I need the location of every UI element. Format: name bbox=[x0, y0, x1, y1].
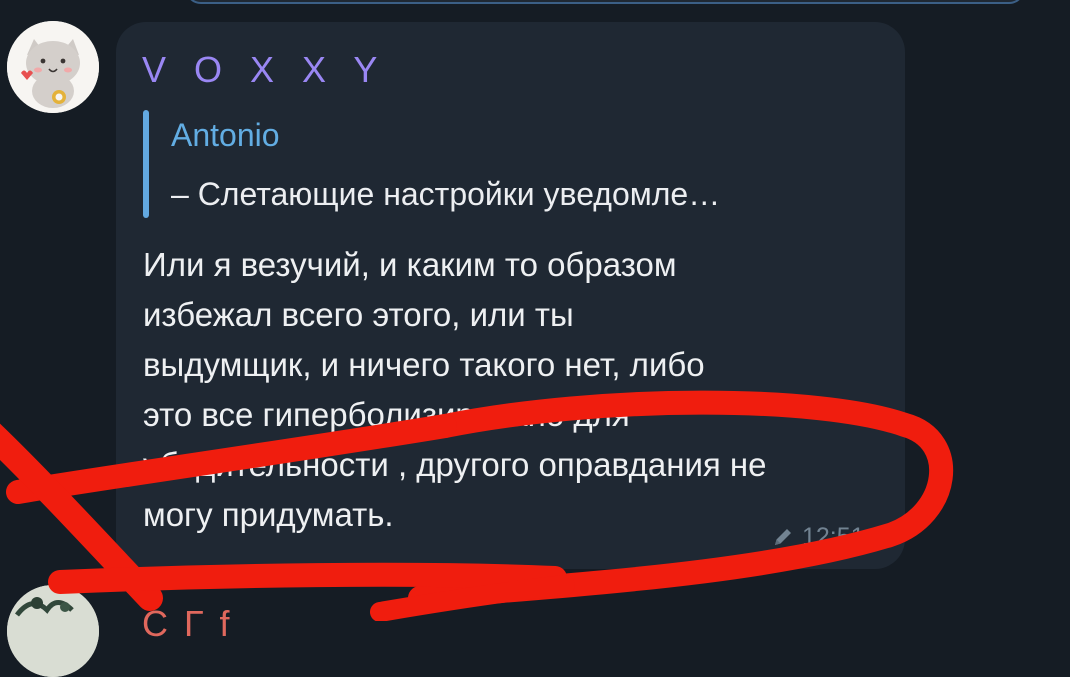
cat-sticker-icon bbox=[7, 21, 99, 113]
sender-avatar[interactable] bbox=[7, 21, 99, 113]
nature-avatar-icon bbox=[7, 585, 99, 677]
reply-accent-bar bbox=[143, 110, 149, 218]
reply-preview: – Слетающие настройки уведомле… bbox=[171, 176, 721, 212]
message-text: Или я везучий, и каким то образом избежа… bbox=[143, 246, 767, 533]
sender-name[interactable]: V O X X Y bbox=[142, 50, 386, 90]
pencil-icon bbox=[775, 529, 791, 545]
previous-message-bubble bbox=[185, 0, 1025, 4]
next-sender-name[interactable]: С Г f bbox=[142, 604, 233, 644]
message-meta: 12:51 bbox=[772, 522, 865, 552]
message-time: 12:51 bbox=[802, 523, 865, 551]
next-sender-avatar[interactable] bbox=[7, 585, 99, 677]
reply-author: Antonio bbox=[171, 117, 280, 153]
reply-quote[interactable]: Antonio – Слетающие настройки уведомле… bbox=[143, 110, 883, 218]
